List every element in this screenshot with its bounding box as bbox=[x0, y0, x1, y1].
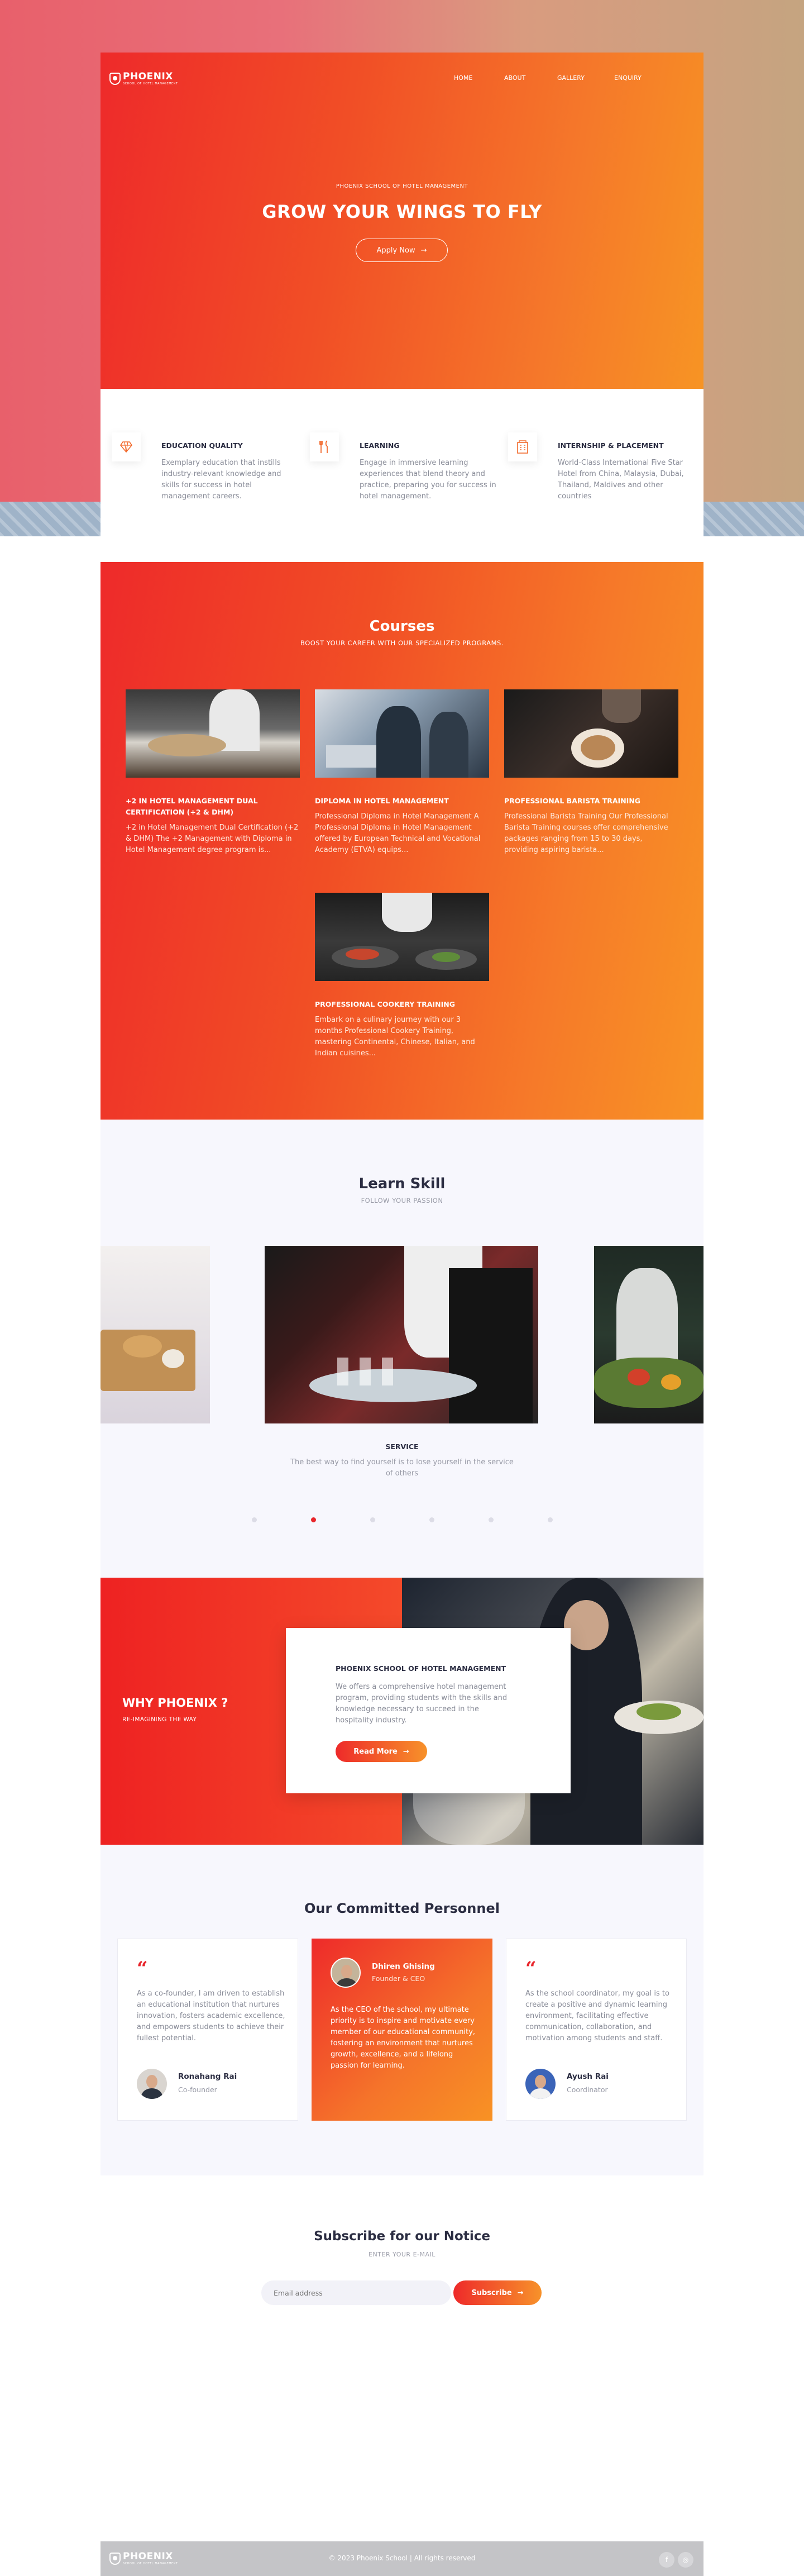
diamond-icon bbox=[112, 432, 141, 461]
slide-prev-image[interactable] bbox=[100, 1246, 210, 1423]
course-title: DIPLOMA IN HOTEL MANAGEMENT bbox=[315, 797, 449, 805]
subscribe-subtitle: ENTER YOUR E-MAIL bbox=[368, 2251, 436, 2258]
carousel-dot[interactable] bbox=[547, 1517, 553, 1522]
avatar bbox=[331, 1958, 361, 1988]
carousel-dot-active[interactable] bbox=[310, 1517, 316, 1522]
logo-tagline: SCHOOL OF HOTEL MANAGEMENT bbox=[123, 82, 178, 85]
why-subtitle: RE-IMAGINING THE WAY bbox=[122, 1716, 197, 1723]
carousel-dot[interactable] bbox=[370, 1517, 375, 1522]
course-card-cookery[interactable]: PROFESSIONAL COOKERY TRAINING Embark on … bbox=[315, 893, 489, 1059]
hero-eyebrow: PHOENIX SCHOOL OF HOTEL MANAGEMENT bbox=[336, 183, 468, 189]
apply-now-button[interactable]: Apply Now → bbox=[356, 239, 448, 262]
course-card-dual-certification[interactable]: +2 IN HOTEL MANAGEMENT DUAL CERTIFICATIO… bbox=[126, 689, 300, 856]
quote-icon: “ bbox=[137, 1958, 148, 1980]
team-quote: As the school coordinator, my goal is to… bbox=[525, 1989, 669, 2042]
instagram-icon[interactable]: ◎ bbox=[678, 2552, 693, 2568]
carousel-dot[interactable] bbox=[488, 1517, 494, 1522]
carousel-dot[interactable] bbox=[251, 1517, 257, 1522]
team-card-ayush: “ As the school coordinator, my goal is … bbox=[506, 1939, 687, 2121]
slide-text: The best way to find yourself is to lose… bbox=[290, 1458, 514, 1478]
course-card-barista[interactable]: PROFESSIONAL BARISTA TRAINING Profession… bbox=[504, 689, 678, 856]
course-title: +2 IN HOTEL MANAGEMENT DUAL CERTIFICATIO… bbox=[126, 797, 258, 816]
why-card-title: PHOENIX SCHOOL OF HOTEL MANAGEMENT bbox=[336, 1664, 506, 1673]
team-name: Ronahang Rai bbox=[178, 2072, 237, 2081]
feature-title: EDUCATION QUALITY bbox=[161, 441, 243, 450]
slide-service-image[interactable] bbox=[265, 1246, 538, 1423]
carousel-dots bbox=[100, 1517, 704, 1522]
subscribe-title: Subscribe for our Notice bbox=[314, 2229, 490, 2244]
feature-text: Exemplary education that instills indust… bbox=[161, 459, 281, 501]
hero-title: GROW YOUR WINGS TO FLY bbox=[262, 201, 542, 222]
quote-icon: “ bbox=[525, 1958, 537, 1980]
carousel-dot[interactable] bbox=[429, 1517, 434, 1522]
feature-title: INTERNSHIP & PLACEMENT bbox=[558, 441, 664, 450]
team-role: Coordinator bbox=[567, 2085, 608, 2094]
logo-tagline: SCHOOL OF HOTEL MANAGEMENT bbox=[123, 2562, 178, 2565]
team-name: Dhiren Ghising bbox=[372, 1962, 435, 1971]
learn-subtitle: FOLLOW YOUR PASSION bbox=[361, 1197, 443, 1204]
copyright: © 2023 Phoenix School | All rights reser… bbox=[328, 2554, 476, 2562]
utensils-icon bbox=[310, 432, 339, 461]
team-quote: As a co-founder, I am driven to establis… bbox=[137, 1989, 285, 2042]
course-title: PROFESSIONAL COOKERY TRAINING bbox=[315, 1000, 455, 1008]
nav-gallery[interactable]: GALLERY bbox=[557, 74, 585, 82]
course-description: Embark on a culinary journey with our 3 … bbox=[315, 1016, 475, 1058]
feature-text: Engage in immersive learning experiences… bbox=[360, 459, 496, 501]
arrow-right-icon: → bbox=[420, 246, 427, 255]
learn-title: Learn Skill bbox=[358, 1175, 446, 1192]
avatar bbox=[525, 2069, 556, 2099]
course-image-chef bbox=[126, 689, 300, 778]
facebook-icon[interactable]: f bbox=[659, 2552, 674, 2568]
phoenix-logo-icon bbox=[109, 73, 121, 85]
courses-title: Courses bbox=[369, 618, 435, 635]
course-image-coffee bbox=[504, 689, 678, 778]
team-card-dhiren: Dhiren Ghising Founder & CEO As the CEO … bbox=[312, 1939, 492, 2121]
team-role: Founder & CEO bbox=[372, 1974, 425, 1983]
team-card-ronahang: “ As a co-founder, I am driven to establ… bbox=[117, 1939, 298, 2121]
why-title: WHY PHOENIX ? bbox=[122, 1696, 228, 1710]
team-name: Ayush Rai bbox=[567, 2072, 609, 2081]
team-role: Co-founder bbox=[178, 2085, 217, 2094]
course-description: Professional Barista Training Our Profes… bbox=[504, 812, 668, 854]
nav-about[interactable]: ABOUT bbox=[504, 74, 525, 82]
feature-text: World-Class International Five Star Hote… bbox=[558, 459, 684, 501]
slide-next-image[interactable] bbox=[594, 1246, 704, 1423]
why-card: PHOENIX SCHOOL OF HOTEL MANAGEMENT We of… bbox=[286, 1628, 571, 1793]
why-card-text: We offers a comprehensive hotel manageme… bbox=[336, 1683, 508, 1725]
team-quote: As the CEO of the school, my ultimate pr… bbox=[331, 2006, 476, 2070]
course-card-diploma[interactable]: DIPLOMA IN HOTEL MANAGEMENT Professional… bbox=[315, 689, 489, 856]
subscribe-label: Subscribe bbox=[471, 2288, 512, 2297]
subscribe-button[interactable]: Subscribe → bbox=[453, 2280, 542, 2305]
arrow-right-icon: → bbox=[403, 1747, 409, 1756]
features-section: EDUCATION QUALITY Exemplary education th… bbox=[100, 389, 704, 536]
team-title: Our Committed Personnel bbox=[304, 1901, 500, 1916]
read-more-label: Read More bbox=[353, 1747, 398, 1756]
building-icon bbox=[508, 432, 537, 461]
arrow-right-icon: → bbox=[517, 2288, 524, 2297]
read-more-button[interactable]: Read More → bbox=[336, 1741, 427, 1762]
courses-section: Courses BOOST YOUR CAREER WITH OUR SPECI… bbox=[100, 562, 704, 1120]
email-field[interactable] bbox=[261, 2280, 451, 2305]
avatar bbox=[137, 2069, 167, 2099]
slide-title: SERVICE bbox=[385, 1442, 419, 1451]
course-description: Professional Diploma in Hotel Management… bbox=[315, 812, 481, 854]
course-image-cooking bbox=[315, 893, 489, 981]
course-description: +2 in Hotel Management Dual Certificatio… bbox=[126, 823, 299, 854]
logo-name: PHOENIX bbox=[123, 71, 173, 82]
feature-title: LEARNING bbox=[360, 441, 400, 450]
course-title: PROFESSIONAL BARISTA TRAINING bbox=[504, 797, 641, 805]
logo[interactable]: PHOENIX SCHOOL OF HOTEL MANAGEMENT bbox=[109, 69, 182, 88]
nav-enquiry[interactable]: ENQUIRY bbox=[614, 74, 642, 82]
courses-subtitle: BOOST YOUR CAREER WITH OUR SPECIALIZED P… bbox=[300, 639, 504, 647]
nav-home[interactable]: HOME bbox=[454, 74, 472, 82]
apply-now-label: Apply Now bbox=[376, 246, 415, 255]
course-image-meeting bbox=[315, 689, 489, 778]
